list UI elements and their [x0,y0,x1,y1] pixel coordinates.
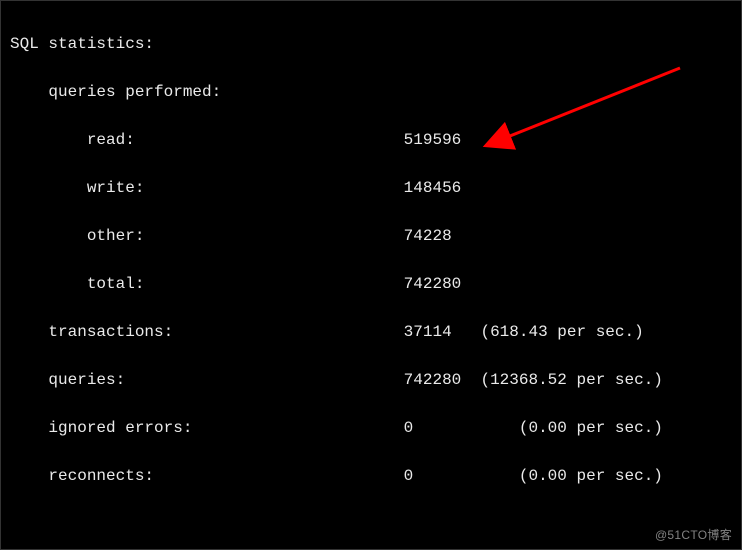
transactions-label: transactions: [48,320,173,344]
sql-heading: SQL statistics: [10,35,154,53]
queries-label: queries: [48,368,125,392]
other-label: other: [87,224,145,248]
ignored-label: ignored errors: [48,416,192,440]
queries-heading: queries performed: [48,80,221,104]
reconnects-rate: (0.00 per sec.) [519,464,663,488]
total-value: 742280 [404,272,471,296]
reconnects-value: 0 [404,464,471,488]
ignored-value: 0 [404,416,471,440]
total-label: total: [87,272,145,296]
write-label: write: [87,176,145,200]
terminal-output: SQL statistics: queries performed: read:… [0,0,742,550]
other-value: 74228 [404,224,471,248]
read-value: 519596 [404,128,471,152]
watermark: @51CTO博客 [655,526,732,544]
read-label: read: [87,128,135,152]
transactions-rate: (618.43 per sec.) [480,320,643,344]
queries-rate: (12368.52 per sec.) [480,368,662,392]
write-value: 148456 [404,176,471,200]
transactions-value: 37114 [404,320,471,344]
ignored-rate: (0.00 per sec.) [519,416,663,440]
reconnects-label: reconnects: [48,464,154,488]
queries-value: 742280 [404,368,471,392]
